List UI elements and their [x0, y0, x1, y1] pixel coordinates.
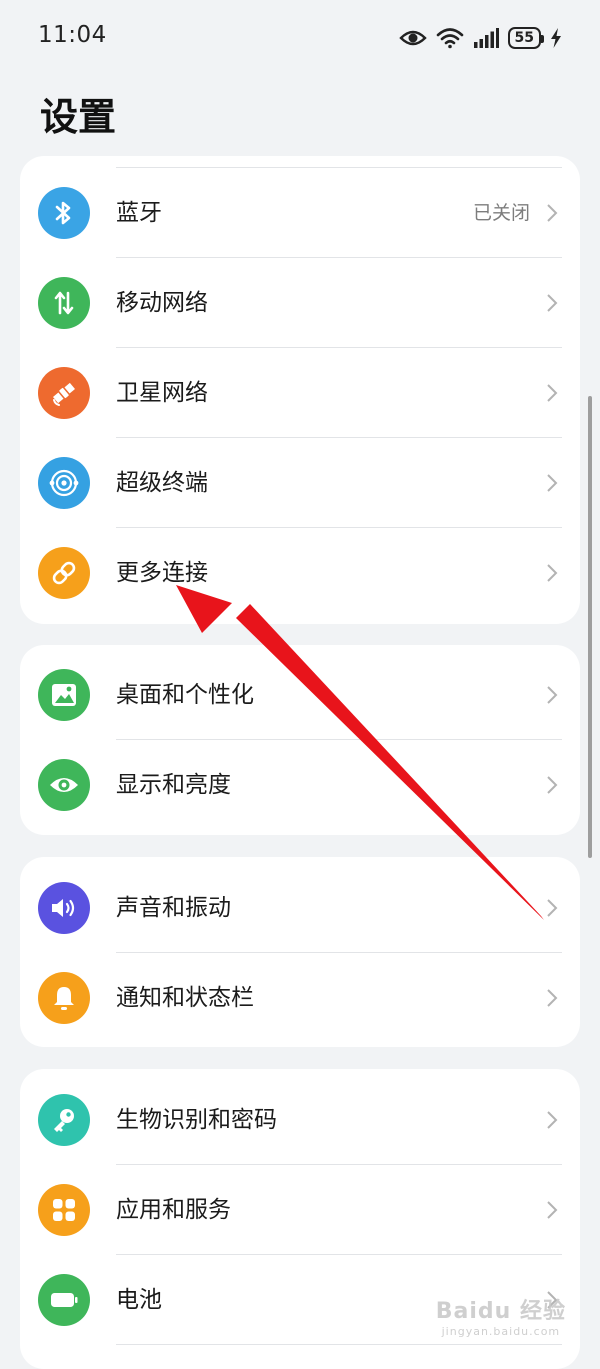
annotation-arrow: [176, 585, 544, 920]
watermark-brand: Baidu 经验: [435, 1299, 566, 1324]
watermark: Baidu 经验 jingyan.baidu.com: [436, 1293, 566, 1338]
watermark-url: jingyan.baidu.com: [441, 1325, 561, 1338]
